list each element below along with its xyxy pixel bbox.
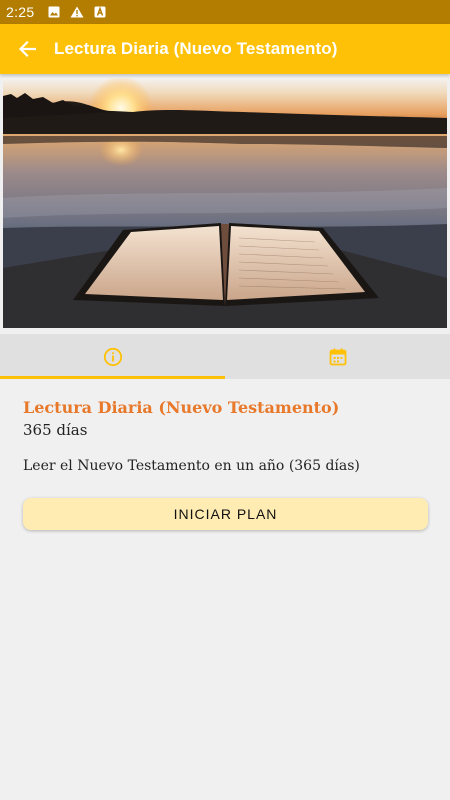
calendar-icon [329, 348, 346, 365]
page-title: Lectura Diaria (Nuevo Testamento) [54, 39, 338, 58]
hero-image [3, 78, 447, 328]
tab-bar [0, 334, 450, 379]
plan-title: Lectura Diaria (Nuevo Testamento) [23, 398, 340, 417]
tab-info[interactable] [0, 334, 225, 379]
image-icon [48, 6, 60, 18]
status-time: 2:25 [6, 4, 35, 20]
plan-duration: 365 días [23, 421, 88, 439]
start-plan-button[interactable]: INICIAR PLAN [23, 498, 428, 530]
warning-icon [70, 6, 84, 18]
app-icon [94, 6, 106, 18]
plan-description: Leer el Nuevo Testamento en un año (365 … [23, 458, 360, 474]
plan-details: Lectura Diaria (Nuevo Testamento) 365 dí… [23, 398, 428, 476]
back-button[interactable] [0, 24, 54, 74]
arrow-back-icon [18, 40, 36, 58]
status-icons [48, 6, 106, 18]
app-bar: Lectura Diaria (Nuevo Testamento) [0, 24, 450, 74]
tab-calendar[interactable] [225, 334, 450, 379]
info-icon [103, 347, 122, 366]
status-bar: 2:25 [0, 0, 450, 24]
